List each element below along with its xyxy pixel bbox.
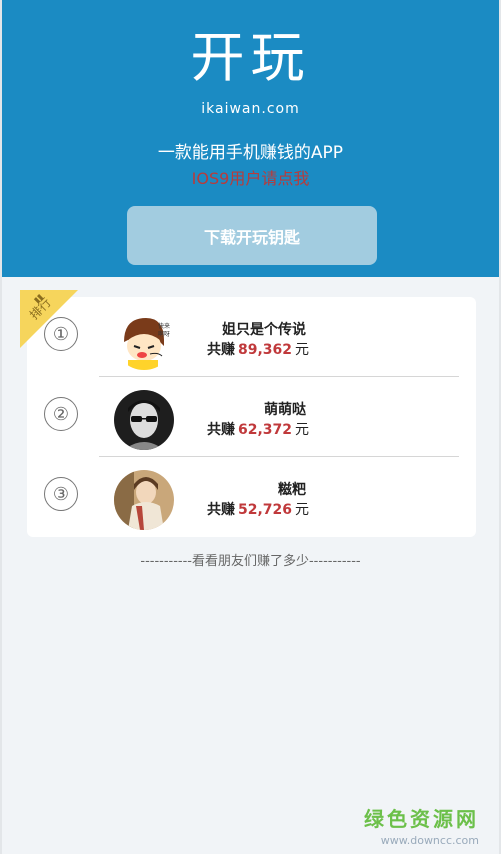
ios9-link[interactable]: IOS9用户请点我	[2, 165, 499, 189]
avatar	[114, 390, 174, 450]
avatar: 快 来 啊 呀	[114, 310, 174, 370]
earnings: 共赚 89,362 元	[206, 342, 309, 358]
user-name: 糍粑	[278, 482, 306, 498]
app-title: 开玩	[190, 26, 311, 89]
user-name: 萌萌哒	[264, 402, 306, 418]
ranking-row-2[interactable]: ② 萌萌哒 共赚 62,372 元	[27, 377, 476, 457]
svg-text:呀: 呀	[164, 331, 170, 338]
svg-text:来: 来	[164, 323, 170, 330]
ranking-ribbon: ▮▮ 排行	[20, 290, 78, 348]
download-button[interactable]: 下载开玩钥匙	[127, 206, 377, 265]
earn-amount: 62,372	[237, 422, 292, 438]
earnings: 共赚 52,726 元	[206, 502, 309, 518]
ranking-row-1[interactable]: ① 快 来 啊 呀 姐只是个传说 共赚 89,362 元	[27, 297, 476, 377]
watermark-cn: 绿色资源网	[364, 807, 479, 831]
earnings: 共赚 62,372 元	[206, 422, 309, 438]
header-banner: 开玩 ikaiwan.com 一款能用手机赚钱的APP IOS9用户请点我 下载…	[2, 0, 499, 277]
app-tagline: 一款能用手机赚钱的APP	[157, 143, 344, 163]
watermark-en: www.downcc.com	[380, 834, 479, 847]
app-domain: ikaiwan.com	[201, 101, 300, 117]
avatar	[114, 470, 174, 530]
earn-amount: 52,726	[237, 502, 292, 518]
user-name: 姐只是个传说	[222, 322, 306, 338]
rank-number: ③	[44, 477, 78, 511]
cartoon-girl-avatar-icon: 快 来 啊 呀	[114, 310, 174, 370]
scarf-person-avatar-icon	[114, 470, 174, 530]
friends-earnings-note: -----------看看朋友们赚了多少-----------	[140, 554, 361, 569]
rank-number: ②	[44, 397, 78, 431]
site-watermark: 绿色资源网 www.downcc.com	[364, 803, 479, 847]
earn-amount: 89,362	[237, 342, 292, 358]
ranking-row-3[interactable]: ③ 糍粑 共赚 52,726 元	[27, 457, 476, 537]
sunglasses-man-avatar-icon	[114, 390, 174, 450]
